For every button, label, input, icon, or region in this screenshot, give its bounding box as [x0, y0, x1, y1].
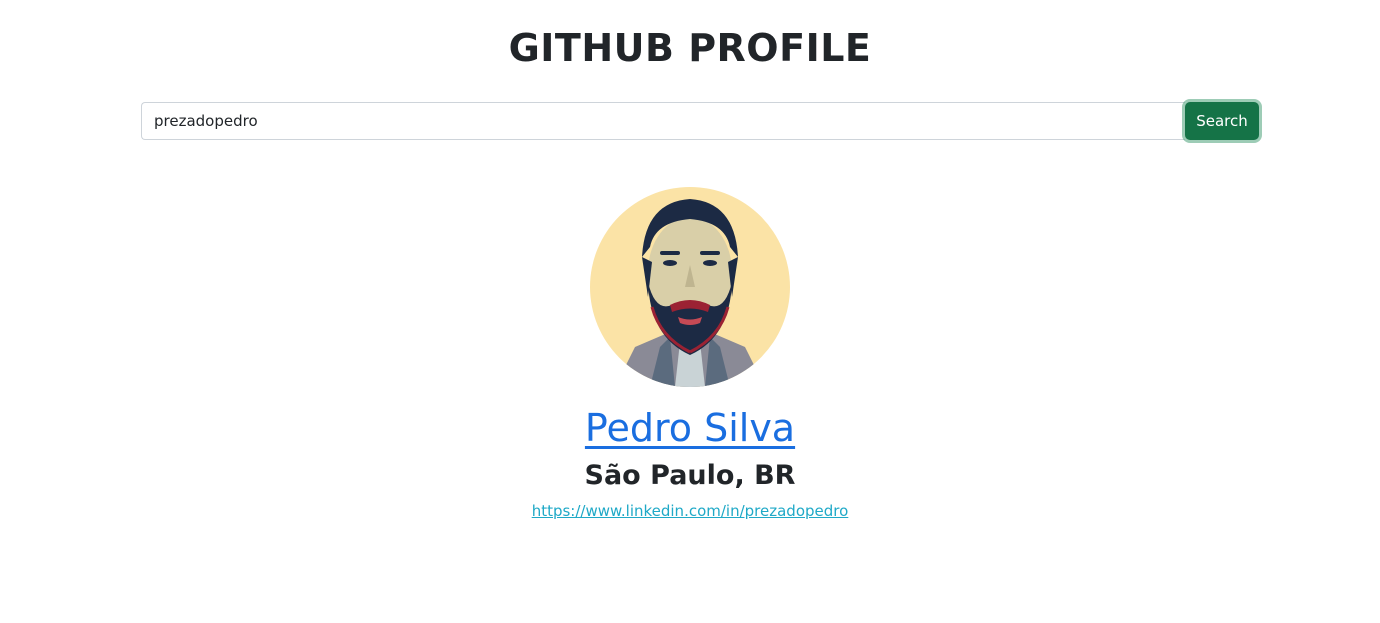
- page-title: GITHUB PROFILE: [508, 26, 872, 70]
- avatar: [590, 187, 790, 387]
- profile-blog-link[interactable]: https://www.linkedin.com/in/prezadopedro: [532, 501, 849, 521]
- profile-name-link[interactable]: Pedro Silva: [585, 405, 795, 451]
- search-button[interactable]: Search: [1185, 102, 1259, 140]
- avatar-portrait-icon: [590, 187, 790, 387]
- search-bar: Search: [141, 102, 1259, 140]
- page: GITHUB PROFILE Search: [0, 0, 1380, 623]
- search-input[interactable]: [141, 102, 1185, 140]
- profile-card: Pedro Silva São Paulo, BR https://www.li…: [0, 187, 1380, 521]
- profile-location: São Paulo, BR: [584, 460, 796, 491]
